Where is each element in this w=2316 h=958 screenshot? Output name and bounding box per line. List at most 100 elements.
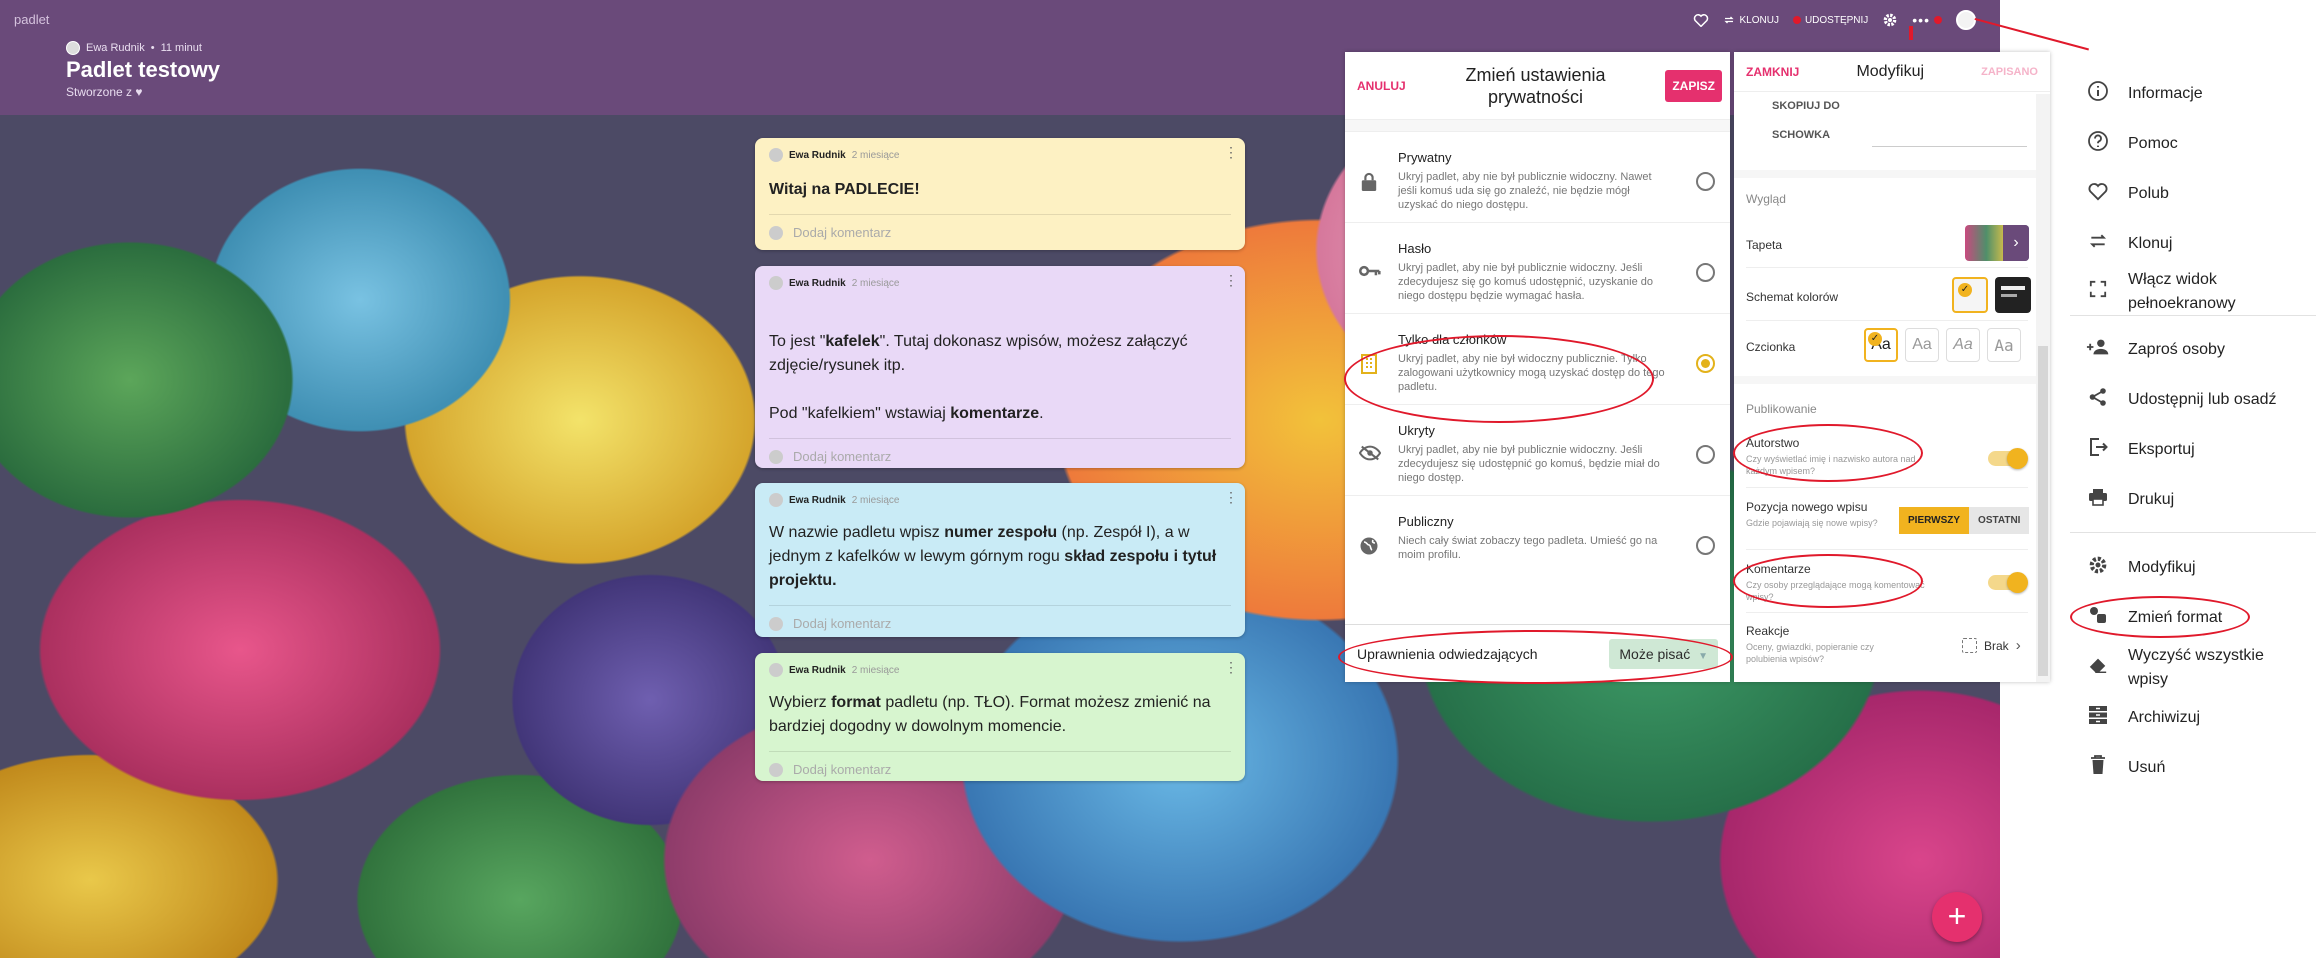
menu-item-info[interactable]: Informacje — [2070, 72, 2316, 116]
new-post-position-toggle: PIERWSZY OSTATNI — [1899, 507, 2030, 534]
post-menu-icon[interactable]: ⋮ — [1224, 489, 1238, 506]
reactions-select[interactable]: Brak › — [1962, 637, 2021, 654]
commenter-avatar — [769, 225, 783, 240]
clone-button[interactable]: KLONUJ — [1723, 14, 1779, 26]
wallpaper-label: Tapeta — [1746, 238, 1783, 252]
share-icon — [2086, 387, 2110, 413]
font-sample: Aa — [1953, 336, 1973, 353]
brand-logo[interactable]: padlet — [14, 12, 49, 27]
plus-icon: + — [1947, 898, 1967, 934]
row-divider — [1746, 267, 2028, 268]
copy-to-clipboard-button[interactable]: SKOPIUJ DO SCHOWKA — [1772, 100, 2050, 141]
wallpaper-thumbnail[interactable]: › — [1965, 225, 2029, 261]
font-option-2[interactable]: Aa — [1905, 328, 1939, 362]
commenter-avatar — [769, 449, 783, 464]
privacy-option-public[interactable]: Publiczny Niech cały świat zobaczy tego … — [1345, 496, 1730, 587]
post-author: Ewa Rudnik — [789, 664, 846, 676]
post-author-avatar — [769, 276, 783, 290]
user-avatar[interactable] — [1956, 10, 1976, 30]
check-icon: ✓ — [1868, 332, 1882, 346]
privacy-option-private[interactable]: Prywatny Ukryj padlet, aby nie był publi… — [1345, 132, 1730, 223]
comment-input[interactable]: Dodaj komentarz — [769, 438, 1231, 464]
option-description: Ukryj padlet, aby nie był publicznie wid… — [1398, 444, 1660, 484]
like-button[interactable] — [1693, 13, 1709, 27]
post-author-avatar — [769, 663, 783, 677]
option-name: Hasło — [1398, 241, 1432, 256]
section-look: Wygląd — [1746, 192, 1786, 206]
new-post-position-row: Pozycja nowego wpisu Gdzie pojawiają się… — [1746, 500, 1896, 529]
menu-item-clear-posts[interactable]: Wyczyść wszystkie wpisy — [2070, 636, 2316, 700]
menu-item-invite[interactable]: Zaproś osoby — [2070, 328, 2316, 372]
menu-item-label: Eksportuj — [2128, 441, 2195, 458]
copy-label-line2: SCHOWKA — [1772, 129, 1831, 141]
menu-item-modify[interactable]: Modyfikuj — [2070, 546, 2316, 590]
menu-item-print[interactable]: Drukuj — [2070, 478, 2316, 522]
post-card[interactable]: Ewa Rudnik 2 miesiące ⋮ Wybierz format p… — [755, 653, 1245, 781]
post-menu-icon[interactable]: ⋮ — [1224, 272, 1238, 289]
comment-input[interactable]: Dodaj komentarz — [769, 605, 1231, 631]
annotation-arrow — [1909, 26, 1913, 40]
font-option-1[interactable]: Aa ✓ — [1864, 328, 1898, 362]
color-scheme-light[interactable]: ✓ — [1952, 277, 1988, 313]
padlet-title[interactable]: Padlet testowy — [66, 57, 220, 83]
option-name: Prywatny — [1398, 150, 1452, 165]
menu-item-export[interactable]: Eksportuj — [2070, 428, 2316, 472]
option-description: Ukryj padlet, aby nie był publicznie wid… — [1398, 262, 1653, 302]
post-card[interactable]: Ewa Rudnik 2 miesiące ⋮ W nazwie padletu… — [755, 483, 1245, 637]
close-button[interactable]: ZAMKNIJ — [1746, 65, 1799, 79]
menu-item-share[interactable]: Udostępnij lub osadź — [2070, 378, 2316, 422]
reactions-row: Reakcje Oceny, gwiazdki, popieranie czy … — [1746, 624, 1916, 665]
clone-icon — [1724, 16, 1735, 24]
post-author: Ewa Rudnik — [789, 277, 846, 289]
menu-item-help[interactable]: Pomoc — [2070, 122, 2316, 166]
font-option-4[interactable]: Aa — [1987, 328, 2021, 362]
scrollbar-thumb[interactable] — [2038, 346, 2048, 676]
settings-button[interactable] — [1882, 12, 1898, 28]
eraser-icon — [2086, 656, 2110, 680]
post-menu-icon[interactable]: ⋮ — [1224, 144, 1238, 161]
menu-item-archive[interactable]: Archiwizuj — [2070, 696, 2316, 740]
share-button[interactable]: UDOSTĘPNIJ — [1792, 15, 1868, 26]
authorship-toggle[interactable] — [1988, 448, 2028, 469]
post-author-avatar — [769, 148, 783, 162]
key-icon — [1359, 263, 1381, 281]
privacy-option-password[interactable]: Hasło Ukryj padlet, aby nie był publiczn… — [1345, 223, 1730, 314]
menu-item-delete[interactable]: Usuń — [2070, 746, 2316, 790]
comment-placeholder: Dodaj komentarz — [793, 449, 892, 464]
option-description: Niech cały świat zobaczy tego padleta. U… — [1398, 535, 1658, 561]
annotation-ring-change-format — [2070, 596, 2250, 638]
option-radio[interactable] — [1696, 445, 1715, 464]
position-last-button[interactable]: OSTATNI — [1969, 507, 2030, 534]
font-option-3[interactable]: Aa — [1946, 328, 1980, 362]
fullscreen-icon — [2086, 280, 2110, 304]
scrollbar[interactable] — [2036, 94, 2050, 682]
option-radio[interactable] — [1696, 172, 1715, 191]
menu-item-label: Informacje — [2128, 85, 2203, 102]
comment-input[interactable]: Dodaj komentarz — [769, 214, 1231, 240]
cancel-button[interactable]: ANULUJ — [1357, 79, 1406, 93]
save-button[interactable]: ZAPISZ — [1665, 69, 1722, 102]
menu-item-label: Udostępnij lub osadź — [2128, 391, 2277, 408]
color-scheme-dark[interactable] — [1995, 277, 2031, 313]
post-author: Ewa Rudnik — [789, 149, 846, 161]
new-post-position-description: Gdzie pojawiają się nowe wpisy? — [1746, 518, 1878, 528]
globe-icon — [1359, 536, 1379, 555]
post-card[interactable]: Ewa Rudnik 2 miesiące ⋮ Witaj na PADLECI… — [755, 138, 1245, 250]
comment-input[interactable]: Dodaj komentarz — [769, 751, 1231, 777]
post-card[interactable]: Ewa Rudnik 2 miesiące ⋮ To jest "kafelek… — [755, 266, 1245, 468]
position-first-button[interactable]: PIERWSZY — [1899, 507, 1970, 534]
menu-divider — [2070, 532, 2316, 533]
comments-toggle[interactable] — [1988, 572, 2028, 593]
post-menu-icon[interactable]: ⋮ — [1224, 659, 1238, 676]
menu-divider — [2070, 315, 2316, 316]
option-radio[interactable] — [1696, 536, 1715, 555]
gear-icon — [1883, 13, 1897, 27]
option-radio[interactable] — [1696, 263, 1715, 282]
chevron-right-icon: › — [2015, 637, 2021, 654]
more-button[interactable]: ••• — [1912, 12, 1942, 28]
add-post-button[interactable]: + — [1932, 892, 1982, 942]
annotation-ring-authorship — [1733, 424, 1923, 482]
option-radio-selected[interactable] — [1696, 354, 1715, 373]
post-body: Witaj na PADLECIE! — [769, 181, 920, 198]
menu-item-like[interactable]: Polub — [2070, 172, 2316, 216]
